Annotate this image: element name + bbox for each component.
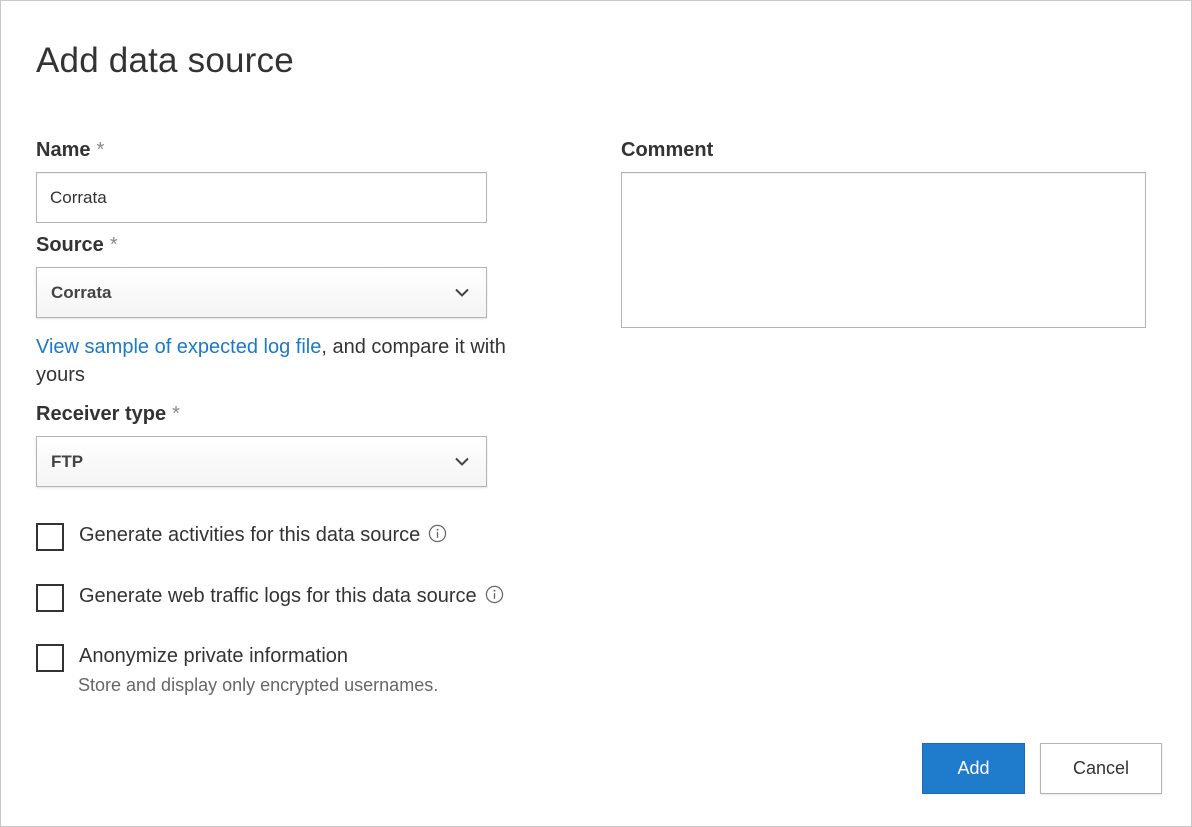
anonymize-label: Anonymize private information bbox=[79, 645, 348, 668]
generate-web-traffic-label: Generate web traffic logs for this data … bbox=[79, 585, 477, 607]
generate-web-traffic-label-row: Generate web traffic logs for this data … bbox=[79, 585, 504, 608]
required-marker: * bbox=[172, 403, 180, 425]
name-label: Name * bbox=[36, 139, 104, 162]
dialog-title: Add data source bbox=[36, 41, 294, 81]
generate-activities-checkbox[interactable] bbox=[36, 523, 64, 551]
cancel-button[interactable]: Cancel bbox=[1040, 743, 1162, 794]
name-input-value: Corrata bbox=[50, 188, 107, 208]
chevron-down-icon bbox=[454, 456, 470, 466]
add-button[interactable]: Add bbox=[922, 743, 1025, 794]
required-marker: * bbox=[96, 139, 104, 161]
chevron-down-icon bbox=[454, 287, 470, 297]
source-dropdown-value: Corrata bbox=[51, 283, 111, 303]
receiver-type-label: Receiver type * bbox=[36, 403, 180, 426]
sample-log-hint: View sample of expected log file, and co… bbox=[36, 333, 506, 389]
generate-activities-label: Generate activities for this data source bbox=[79, 524, 420, 546]
info-icon[interactable] bbox=[485, 585, 504, 604]
view-sample-log-link[interactable]: View sample of expected log file bbox=[36, 336, 321, 358]
anonymize-checkbox[interactable] bbox=[36, 644, 64, 672]
add-data-source-dialog: Add data source Name * Corrata Source * Co… bbox=[0, 0, 1192, 827]
generate-activities-label-row: Generate activities for this data source bbox=[79, 524, 447, 547]
name-label-text: Name bbox=[36, 139, 90, 161]
source-dropdown[interactable]: Corrata bbox=[36, 267, 487, 318]
comment-textarea[interactable] bbox=[621, 172, 1146, 328]
name-input[interactable]: Corrata bbox=[36, 172, 487, 223]
receiver-type-label-text: Receiver type bbox=[36, 403, 166, 425]
source-label: Source * bbox=[36, 234, 118, 257]
receiver-type-dropdown-value: FTP bbox=[51, 452, 83, 472]
receiver-type-dropdown[interactable]: FTP bbox=[36, 436, 487, 487]
anonymize-description: Store and display only encrypted usernam… bbox=[78, 675, 438, 696]
info-icon[interactable] bbox=[428, 524, 447, 543]
comment-label: Comment bbox=[621, 139, 713, 162]
source-label-text: Source bbox=[36, 234, 104, 256]
required-marker: * bbox=[110, 234, 118, 256]
generate-web-traffic-checkbox[interactable] bbox=[36, 584, 64, 612]
